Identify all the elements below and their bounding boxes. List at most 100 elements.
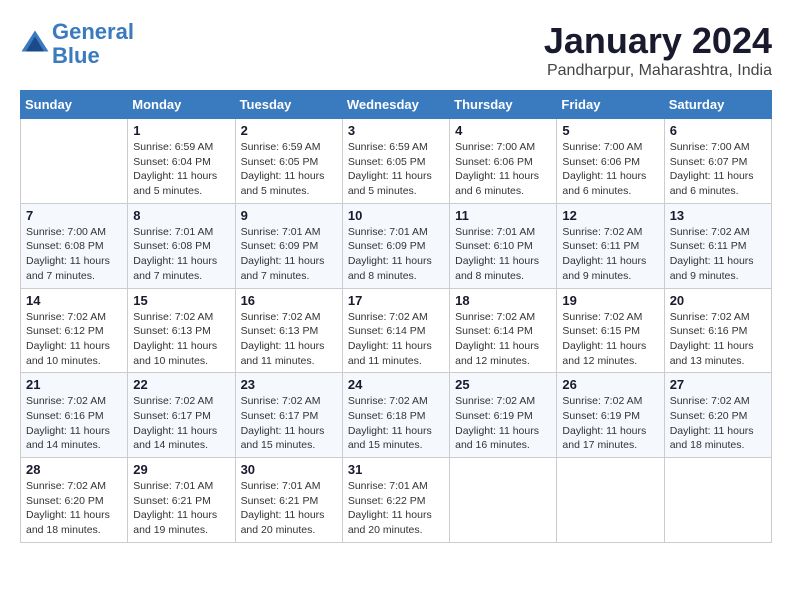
calendar-cell — [664, 458, 771, 543]
day-info: Sunrise: 7:02 AMSunset: 6:19 PMDaylight:… — [455, 394, 551, 453]
day-info: Sunrise: 7:02 AMSunset: 6:17 PMDaylight:… — [241, 394, 337, 453]
calendar-cell: 21 Sunrise: 7:02 AMSunset: 6:16 PMDayligh… — [21, 373, 128, 458]
day-info: Sunrise: 7:02 AMSunset: 6:15 PMDaylight:… — [562, 310, 658, 369]
day-info: Sunrise: 7:00 AMSunset: 6:06 PMDaylight:… — [455, 140, 551, 199]
day-number: 30 — [241, 462, 337, 477]
calendar-cell: 2 Sunrise: 6:59 AMSunset: 6:05 PMDaylight… — [235, 119, 342, 204]
calendar-week-row: 28 Sunrise: 7:02 AMSunset: 6:20 PMDayligh… — [21, 458, 772, 543]
calendar-cell: 18 Sunrise: 7:02 AMSunset: 6:14 PMDayligh… — [450, 288, 557, 373]
calendar-cell: 15 Sunrise: 7:02 AMSunset: 6:13 PMDayligh… — [128, 288, 235, 373]
calendar-cell: 3 Sunrise: 6:59 AMSunset: 6:05 PMDaylight… — [342, 119, 449, 204]
calendar-cell: 27 Sunrise: 7:02 AMSunset: 6:20 PMDayligh… — [664, 373, 771, 458]
day-number: 1 — [133, 123, 229, 138]
day-number: 19 — [562, 293, 658, 308]
day-info: Sunrise: 6:59 AMSunset: 6:05 PMDaylight:… — [348, 140, 444, 199]
calendar-cell: 17 Sunrise: 7:02 AMSunset: 6:14 PMDayligh… — [342, 288, 449, 373]
weekday-header-monday: Monday — [128, 91, 235, 119]
day-info: Sunrise: 7:02 AMSunset: 6:20 PMDaylight:… — [670, 394, 766, 453]
calendar-cell: 4Sunrise: 7:00 AMSunset: 6:06 PMDaylight… — [450, 119, 557, 204]
calendar-cell: 12Sunrise: 7:02 AMSunset: 6:11 PMDayligh… — [557, 203, 664, 288]
weekday-header-saturday: Saturday — [664, 91, 771, 119]
calendar-cell — [557, 458, 664, 543]
calendar-cell: 22 Sunrise: 7:02 AMSunset: 6:17 PMDayligh… — [128, 373, 235, 458]
day-info: Sunrise: 7:02 AMSunset: 6:14 PMDaylight:… — [455, 310, 551, 369]
day-number: 27 — [670, 377, 766, 392]
logo-line1: General — [52, 19, 134, 44]
calendar-cell: 29 Sunrise: 7:01 AMSunset: 6:21 PMDayligh… — [128, 458, 235, 543]
logo-icon — [20, 29, 50, 59]
day-info: Sunrise: 7:01 AMSunset: 6:10 PMDaylight:… — [455, 225, 551, 284]
day-number: 8 — [133, 208, 229, 223]
day-info: Sunrise: 7:01 AMSunset: 6:22 PMDaylight:… — [348, 479, 444, 538]
calendar-cell: 8 Sunrise: 7:01 AMSunset: 6:08 PMDaylight… — [128, 203, 235, 288]
day-number: 28 — [26, 462, 122, 477]
title-block: January 2024 Pandharpur, Maharashtra, In… — [544, 20, 772, 80]
calendar-table: SundayMondayTuesdayWednesdayThursdayFrid… — [20, 90, 772, 543]
day-number: 21 — [26, 377, 122, 392]
day-info: Sunrise: 7:00 AMSunset: 6:06 PMDaylight:… — [562, 140, 658, 199]
day-number: 16 — [241, 293, 337, 308]
day-number: 14 — [26, 293, 122, 308]
calendar-cell: 10Sunrise: 7:01 AMSunset: 6:09 PMDayligh… — [342, 203, 449, 288]
calendar-cell — [450, 458, 557, 543]
day-number: 15 — [133, 293, 229, 308]
calendar-cell: 19 Sunrise: 7:02 AMSunset: 6:15 PMDayligh… — [557, 288, 664, 373]
day-info: Sunrise: 7:02 AMSunset: 6:16 PMDaylight:… — [26, 394, 122, 453]
day-info: Sunrise: 7:02 AMSunset: 6:11 PMDaylight:… — [562, 225, 658, 284]
calendar-cell: 7 Sunrise: 7:00 AMSunset: 6:08 PMDaylight… — [21, 203, 128, 288]
day-info: Sunrise: 7:01 AMSunset: 6:21 PMDaylight:… — [133, 479, 229, 538]
day-number: 11 — [455, 208, 551, 223]
day-number: 13 — [670, 208, 766, 223]
weekday-header-sunday: Sunday — [21, 91, 128, 119]
day-info: Sunrise: 6:59 AMSunset: 6:04 PMDaylight:… — [133, 140, 229, 199]
weekday-header-row: SundayMondayTuesdayWednesdayThursdayFrid… — [21, 91, 772, 119]
calendar-body: 1 Sunrise: 6:59 AMSunset: 6:04 PMDaylight… — [21, 119, 772, 543]
day-info: Sunrise: 7:01 AMSunset: 6:08 PMDaylight:… — [133, 225, 229, 284]
day-number: 23 — [241, 377, 337, 392]
day-number: 17 — [348, 293, 444, 308]
calendar-cell: 31 Sunrise: 7:01 AMSunset: 6:22 PMDayligh… — [342, 458, 449, 543]
page-header: General Blue January 2024 Pandharpur, Ma… — [20, 20, 772, 80]
day-number: 22 — [133, 377, 229, 392]
calendar-cell: 24Sunrise: 7:02 AMSunset: 6:18 PMDayligh… — [342, 373, 449, 458]
day-number: 24 — [348, 377, 444, 392]
calendar-cell — [21, 119, 128, 204]
day-info: Sunrise: 7:02 AMSunset: 6:17 PMDaylight:… — [133, 394, 229, 453]
day-info: Sunrise: 7:02 AMSunset: 6:13 PMDaylight:… — [133, 310, 229, 369]
calendar-week-row: 7 Sunrise: 7:00 AMSunset: 6:08 PMDaylight… — [21, 203, 772, 288]
day-info: Sunrise: 7:02 AMSunset: 6:20 PMDaylight:… — [26, 479, 122, 538]
day-number: 2 — [241, 123, 337, 138]
calendar-cell: 26Sunrise: 7:02 AMSunset: 6:19 PMDayligh… — [557, 373, 664, 458]
weekday-header-wednesday: Wednesday — [342, 91, 449, 119]
subtitle: Pandharpur, Maharashtra, India — [544, 62, 772, 80]
calendar-week-row: 21 Sunrise: 7:02 AMSunset: 6:16 PMDayligh… — [21, 373, 772, 458]
day-info: Sunrise: 7:02 AMSunset: 6:16 PMDaylight:… — [670, 310, 766, 369]
day-info: Sunrise: 7:00 AMSunset: 6:07 PMDaylight:… — [670, 140, 766, 199]
calendar-cell: 5Sunrise: 7:00 AMSunset: 6:06 PMDaylight… — [557, 119, 664, 204]
main-title: January 2024 — [544, 20, 772, 62]
day-info: Sunrise: 6:59 AMSunset: 6:05 PMDaylight:… — [241, 140, 337, 199]
calendar-cell: 13Sunrise: 7:02 AMSunset: 6:11 PMDayligh… — [664, 203, 771, 288]
day-number: 18 — [455, 293, 551, 308]
day-info: Sunrise: 7:01 AMSunset: 6:21 PMDaylight:… — [241, 479, 337, 538]
day-number: 25 — [455, 377, 551, 392]
day-info: Sunrise: 7:00 AMSunset: 6:08 PMDaylight:… — [26, 225, 122, 284]
logo: General Blue — [20, 20, 134, 68]
day-number: 20 — [670, 293, 766, 308]
day-info: Sunrise: 7:01 AMSunset: 6:09 PMDaylight:… — [348, 225, 444, 284]
day-info: Sunrise: 7:02 AMSunset: 6:14 PMDaylight:… — [348, 310, 444, 369]
calendar-cell: 23 Sunrise: 7:02 AMSunset: 6:17 PMDayligh… — [235, 373, 342, 458]
day-number: 7 — [26, 208, 122, 223]
day-number: 3 — [348, 123, 444, 138]
day-info: Sunrise: 7:01 AMSunset: 6:09 PMDaylight:… — [241, 225, 337, 284]
calendar-cell: 28 Sunrise: 7:02 AMSunset: 6:20 PMDayligh… — [21, 458, 128, 543]
day-number: 31 — [348, 462, 444, 477]
day-info: Sunrise: 7:02 AMSunset: 6:12 PMDaylight:… — [26, 310, 122, 369]
calendar-cell: 20 Sunrise: 7:02 AMSunset: 6:16 PMDayligh… — [664, 288, 771, 373]
day-number: 29 — [133, 462, 229, 477]
weekday-header-thursday: Thursday — [450, 91, 557, 119]
weekday-header-tuesday: Tuesday — [235, 91, 342, 119]
day-info: Sunrise: 7:02 AMSunset: 6:19 PMDaylight:… — [562, 394, 658, 453]
calendar-cell: 14 Sunrise: 7:02 AMSunset: 6:12 PMDayligh… — [21, 288, 128, 373]
calendar-cell: 1 Sunrise: 6:59 AMSunset: 6:04 PMDaylight… — [128, 119, 235, 204]
